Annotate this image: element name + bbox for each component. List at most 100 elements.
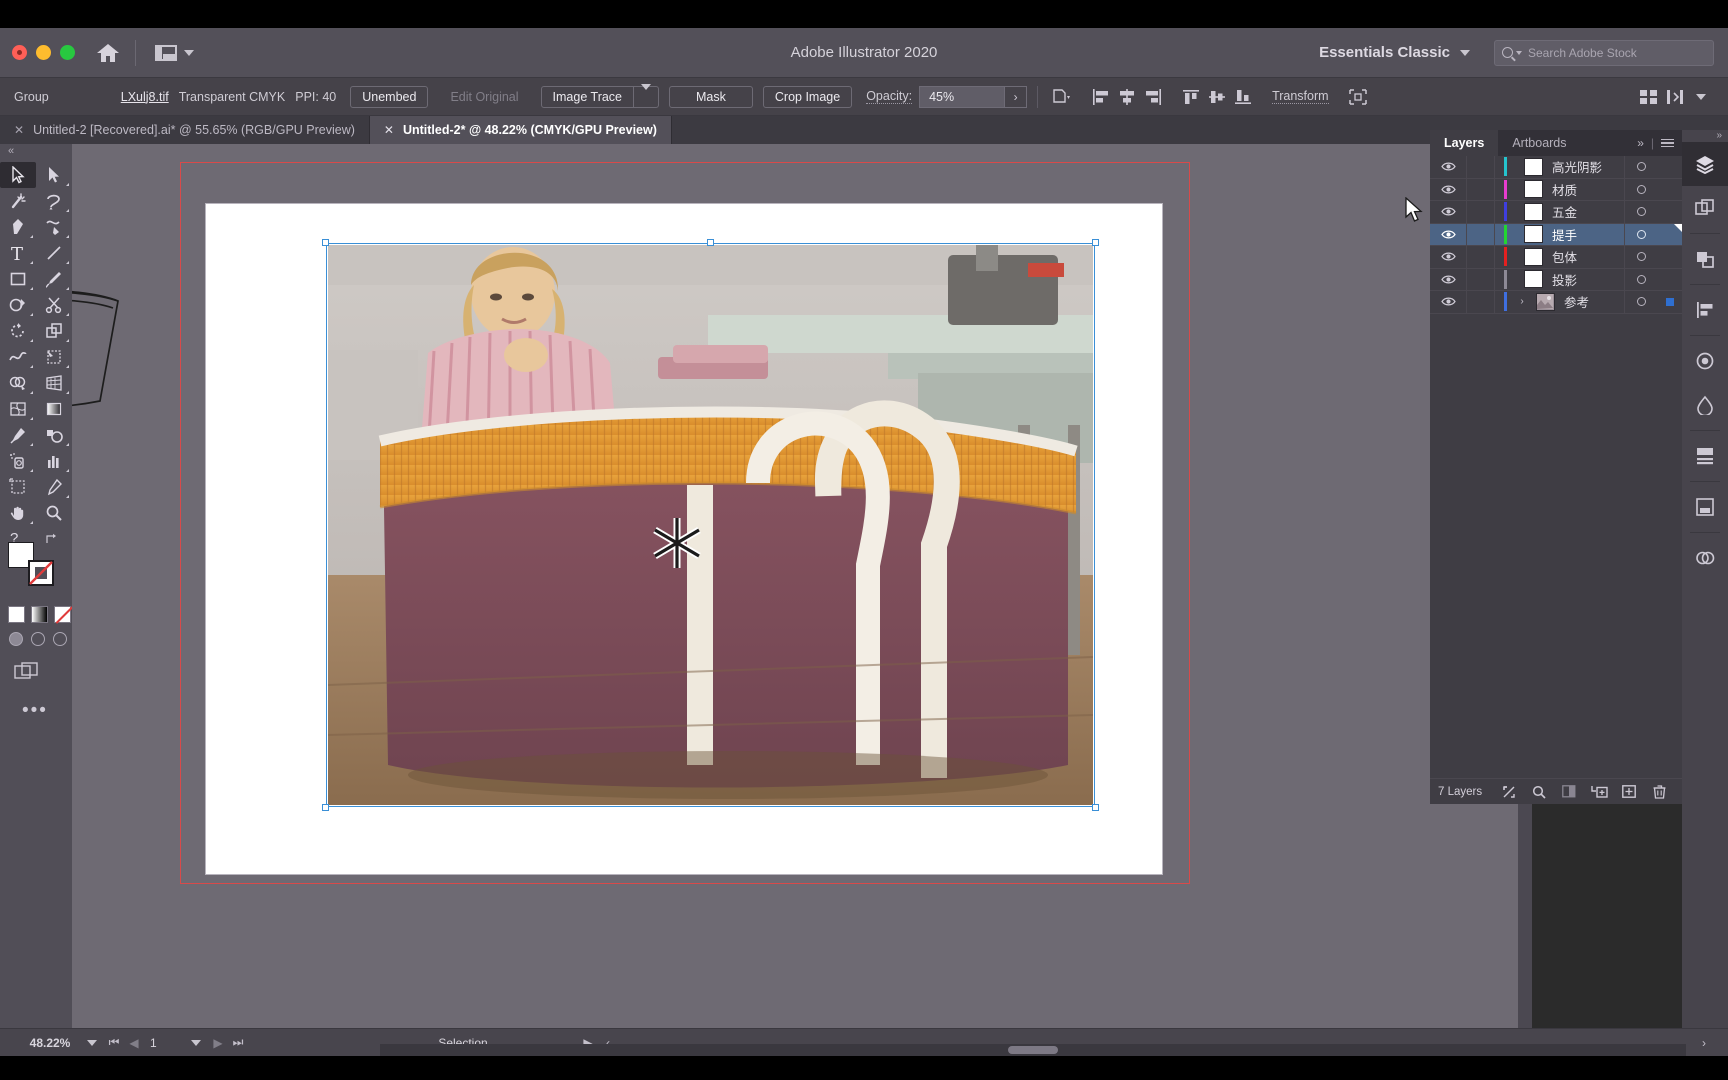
artboard-dropdown-icon[interactable] [184,1039,208,1046]
eyedropper-tool[interactable] [0,422,36,448]
magic-wand-tool[interactable] [0,188,36,214]
layer-lock-toggle[interactable] [1466,291,1494,313]
align-top-icon[interactable] [1178,84,1204,110]
lasso-tool[interactable] [36,188,72,214]
selection-tool[interactable] [0,162,36,188]
make-clipping-mask-icon[interactable] [1554,782,1584,802]
disclosure-triangle-icon[interactable]: › [1516,296,1528,307]
arrange-documents-icon[interactable] [1636,84,1662,110]
edit-toolbar-icon[interactable]: ••• [0,700,72,722]
draw-behind-icon[interactable] [31,632,45,646]
zoom-tool[interactable] [36,500,72,526]
layer-visibility-icon[interactable] [1430,274,1466,285]
table-row[interactable]: 投影 [1430,268,1682,291]
recolor-artwork-icon[interactable] [1048,84,1074,110]
layer-name[interactable]: 高光阴影 [1550,157,1624,176]
width-tool[interactable] [0,344,36,370]
chevron-down-icon[interactable] [1688,84,1714,110]
switch-workspace-icon[interactable] [1662,84,1688,110]
table-row[interactable]: › 参考 [1430,291,1682,314]
document-tab-2[interactable]: ✕ Untitled-2* @ 48.22% (CMYK/GPU Preview… [369,116,672,144]
rectangle-tool[interactable] [0,266,36,292]
zoom-dropdown-icon[interactable] [80,1039,104,1046]
linked-file-name[interactable]: LXulj8.tif [121,90,169,104]
appearance-panel-icon[interactable] [1682,339,1728,383]
layer-lock-toggle[interactable] [1466,156,1494,178]
status-expand-icon[interactable]: › [1694,1036,1714,1050]
canvas-horizontal-scrollbar[interactable] [380,1044,1686,1056]
locate-object-icon[interactable] [1494,782,1524,802]
previous-artboard-icon[interactable]: ◀ [124,1036,144,1050]
align-right-icon[interactable] [1140,84,1166,110]
last-artboard-icon[interactable]: ⏭ [228,1035,248,1050]
transparency-panel-icon[interactable] [1682,536,1728,580]
layer-lock-toggle[interactable] [1466,178,1494,200]
brushes-panel-icon[interactable] [1682,434,1728,478]
perspective-grid-tool[interactable] [36,370,72,396]
layers-panel-icon[interactable] [1682,142,1728,186]
close-icon[interactable]: ✕ [384,123,394,137]
first-artboard-icon[interactable]: ⏮ [104,1035,124,1050]
type-tool[interactable]: T [0,240,36,266]
window-controls[interactable] [12,45,75,60]
layer-target-indicator[interactable] [1624,223,1658,245]
layer-lock-toggle[interactable] [1466,223,1494,245]
layer-target-indicator[interactable] [1624,268,1658,290]
minimize-window-button[interactable] [36,45,51,60]
tab-artboards[interactable]: Artboards [1498,130,1580,156]
layer-target-indicator[interactable] [1624,178,1658,200]
dock-grip[interactable]: » [1682,130,1728,142]
draw-normal-icon[interactable] [9,632,23,646]
gradient-panel-icon[interactable] [1682,383,1728,427]
tab-layers[interactable]: Layers [1430,130,1499,156]
pen-tool[interactable] [0,214,36,240]
layer-visibility-icon[interactable] [1430,229,1466,240]
align-center-vertical-icon[interactable] [1204,84,1230,110]
unembed-button[interactable]: Unembed [350,85,429,108]
zoom-window-button[interactable] [60,45,75,60]
expand-panel-icon[interactable]: » [1637,136,1644,150]
layer-visibility-icon[interactable] [1430,251,1466,262]
column-graph-tool[interactable] [36,448,72,474]
mask-button[interactable]: Mask [669,85,753,108]
layer-target-indicator[interactable] [1624,201,1658,223]
shape-builder-icon[interactable] [1345,84,1371,110]
panel-grip[interactable]: « [0,144,72,158]
opacity-input[interactable]: 45% [919,85,1006,108]
table-row[interactable]: 五金 [1430,201,1682,224]
align-left-icon[interactable] [1088,84,1114,110]
properties-panel-icon[interactable] [1682,237,1728,281]
home-icon[interactable] [95,40,121,66]
shape-builder-tool[interactable] [0,370,36,396]
arrange-documents-icon[interactable] [150,42,199,64]
scissors-tool[interactable] [36,292,72,318]
crop-image-button[interactable]: Crop Image [762,85,853,108]
hand-tool[interactable] [0,500,36,526]
create-new-layer-icon[interactable] [1614,782,1644,802]
layer-name[interactable]: 投影 [1550,270,1624,289]
stock-search-input[interactable]: Search Adobe Stock [1494,39,1714,66]
layer-visibility-icon[interactable] [1430,296,1466,307]
color-swatch-white[interactable] [8,606,25,623]
search-icon[interactable] [1524,782,1554,802]
line-segment-tool[interactable] [36,240,72,266]
layer-lock-toggle[interactable] [1466,201,1494,223]
layer-name[interactable]: 材质 [1550,180,1624,199]
artboard-number-input[interactable]: 1 [144,1036,184,1050]
close-icon[interactable]: ✕ [14,123,24,137]
layer-visibility-icon[interactable] [1430,184,1466,195]
create-new-sublayer-icon[interactable] [1584,782,1614,802]
layer-name[interactable]: 参考 [1562,292,1624,311]
rotate-tool[interactable] [0,318,36,344]
artboard-tool[interactable] [0,474,36,500]
layer-visibility-icon[interactable] [1430,206,1466,217]
free-transform-tool[interactable] [36,344,72,370]
layer-target-indicator[interactable] [1624,246,1658,268]
layer-name[interactable]: 提手 [1550,225,1624,244]
layer-target-indicator[interactable] [1624,156,1658,178]
align-panel-icon[interactable] [1682,288,1728,332]
opacity-flyout-icon[interactable]: › [1005,85,1028,108]
align-bottom-icon[interactable] [1230,84,1256,110]
layer-lock-toggle[interactable] [1466,246,1494,268]
layer-target-indicator[interactable] [1624,291,1658,313]
